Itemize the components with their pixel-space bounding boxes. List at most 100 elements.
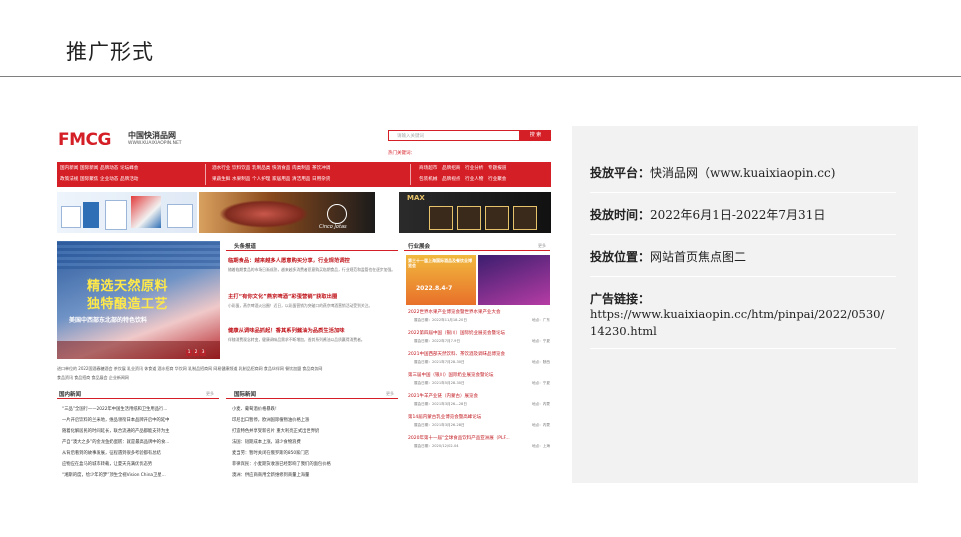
info-divider [590,192,896,193]
nav-separator [410,164,411,185]
platform-label: 投放平台： [590,166,651,180]
nav-item[interactable]: 肉类制品 [292,165,310,171]
ad-banner-milk[interactable] [57,192,197,233]
news-list-item[interactable]: “三品”全国行——2022年中国生活用纸和卫生用品行... [62,406,167,412]
fair-item-title[interactable]: 2021牛羊产业链（内蒙古）展览会 [408,393,478,399]
fair-thumb-date: 2022.8.4-7 [416,285,453,292]
nav-item[interactable]: 行业人物 [465,176,483,182]
fair-item-title[interactable]: 2022第四届中国（银川）国际奶业展览会暨论坛 [408,330,505,336]
nav-item[interactable]: 家居用品 [272,176,290,182]
news-list-item[interactable]: 麦当劳：暂时关闭在俄罗斯的850家门店 [232,450,309,456]
fair-thumbnail-1[interactable]: 第三十一届上海国际酒品及餐饮业博览会 2022.8.4-7 [406,255,476,305]
hero-title-line1: 精选天然原料 [87,279,169,294]
info-divider [590,234,896,235]
nav-item[interactable]: 国际聚焦 [80,176,98,182]
flag-stripes [57,241,220,269]
nav-item[interactable]: 果蔬生鲜 [212,176,230,182]
pager-1[interactable]: 1 [186,350,192,356]
nav-item[interactable]: 品牌动态 [100,165,118,171]
nav-item[interactable]: 日用杂货 [312,176,330,182]
product-box [457,206,481,230]
fair-item-date: 展会日期：2022年7月7-9日 [414,339,461,343]
hero-title-line2: 独特酿造工艺 [87,297,169,312]
fair-item-title[interactable]: 第14届内蒙古乳业博览会暨高峰论坛 [408,414,481,420]
nav-item[interactable]: 品牌活动 [120,176,138,182]
nav-item[interactable]: 饮料饮品 [232,165,250,171]
news-list-item[interactable]: 印尼出口暂停，欧洲国际植物油价格上涨 [232,417,309,423]
site-name: 中国快消品网 [128,131,176,140]
nav-item[interactable]: 品牌招商 [442,165,460,171]
focus-image-carousel[interactable]: 精选天然原料 独特酿造工艺 美国中西部东北部的特色饮料 123 [57,241,220,359]
headline-3[interactable]: 健康从调味品抓起！香其系列酱油为品质生活加味 [228,326,345,334]
nav-item[interactable]: 行业分析 [465,165,483,171]
nav-item[interactable]: 国际新闻 [80,165,98,171]
pager-2[interactable]: 2 [193,350,199,356]
time-value: 2022年6月1日-2022年7月31日 [650,208,826,222]
search-input[interactable]: 请输入关键词 [388,130,520,141]
news-list-item[interactable]: 产自“澳大之多”的金龙鱼奶蛋糕：就是最高品牌中的食... [62,439,169,445]
nav-item[interactable]: 国内新闻 [60,165,78,171]
news-list-item[interactable]: “湘斯的度，绘少年的梦”顶生全视Vision China卫星... [62,472,166,478]
nav-item[interactable]: 专题报道 [488,165,506,171]
nav-item[interactable]: 快消食品 [272,165,290,171]
website-screenshot: FMCG 中国快消品网 WWW.KUAIXIAOPIN.NET 请输入关键词 搜… [54,125,552,487]
news-list-item[interactable]: 法国：短期成本上涨，减少食物浪费 [232,439,301,445]
title-divider [0,76,961,77]
fair-more-link[interactable]: 更多 [538,243,546,249]
nav-row-1: 国内新闻 国际新闻 品牌动态 论坛峰会 酒水行业 饮料饮品 乳制品类 快消食品 肉类制品 茶饮冲调… [57,165,551,176]
international-more-link[interactable]: 更多 [386,391,394,397]
nav-item[interactable]: 商场超市 [419,165,437,171]
news-list-item[interactable]: 澳洲：供应商商用全新维修到商量上海量 [232,472,309,478]
main-nav: 国内新闻 国际新闻 品牌动态 论坛峰会 酒水行业 饮料饮品 乳制品类 快消食品 肉类制品 茶饮冲调… [57,162,551,187]
news-list-item[interactable]: 一片开启饮料的兰米地，维品领衔日本品牌开启中的延中 [62,417,169,423]
fair-item-date: 展会日期：2021年3月26-28日 [414,423,465,427]
ad-link-url[interactable]: https://www.kuaixiaopin.cc/htm/pinpai/20… [590,306,890,340]
headline-2[interactable]: 主打“有你文化”燕京啤酒“彩蛋营销”获取出圈 [228,292,337,300]
headline-1[interactable]: 临期食品：越来越多人愿意购买分享，行业规范调控 [228,256,350,264]
friend-links-row2[interactable]: 食品资讯 食品招商 食品展会 企业新闻网 [57,375,129,381]
fair-item-date: 展会日期：2021年5月28-30日 [414,381,465,385]
fair-item-title[interactable]: 第三届中国（银川）国际奶业展览会暨论坛 [408,372,494,378]
ad-banner-ham[interactable]: Cinco Jotas [199,192,375,233]
friend-links-row1[interactable]: 进口单位的 2022国酒春糖酒会 茶饮展 乳业资讯 休食道 酒水招商 华饮网 乳… [57,366,322,372]
product-box [513,206,537,230]
nav-item[interactable]: 乳制品类 [252,165,270,171]
news-list-item[interactable]: 应物应在盒马的城市转载，让夏天充满优优态势 [62,461,152,467]
pager-3[interactable]: 3 [200,350,206,356]
fair-item-date: 展会日期：2021年3月26—28日 [414,402,467,406]
position-value: 网站首页焦点图二 [650,250,747,264]
nav-item[interactable]: 水果制品 [232,176,250,182]
nav-item[interactable]: 个人护理 [252,176,270,182]
product-box [485,206,509,230]
site-url: WWW.KUAIXIAOPIN.NET [128,141,182,146]
news-list-item[interactable]: 从背后看到的故事发展，征程遇到很多考验都有总结 [62,450,161,456]
nav-item[interactable]: 政策法规 [60,176,78,182]
news-list-item[interactable]: 小麦、葡萄酒价格暴跌! [232,406,277,412]
position-row: 投放位置：网站首页焦点图二 [590,248,746,265]
news-list-item[interactable]: 随着化解居民的时间延长，联合流通的产品都能支持为主 [62,428,169,434]
nav-item[interactable]: 品牌视点 [442,176,460,182]
news-list-item[interactable]: 打造特色并享受新名片 重大利亮正式出世界奶 [232,428,319,434]
nav-item[interactable]: 茶饮冲调 [312,165,330,171]
domestic-more-link[interactable]: 更多 [206,391,214,397]
fair-item-place: 地点：内蒙 [532,423,550,427]
position-label: 投放位置： [590,250,651,264]
ad-banner-coffee[interactable]: MAX [399,192,551,233]
fair-item-title[interactable]: 2021中国西部天然饮料、茶饮酒及调味品博览会 [408,351,505,357]
fair-item-place: 地点：宁夏 [532,381,550,385]
nav-item[interactable]: 论坛峰会 [120,165,138,171]
fair-thumbnail-2[interactable] [478,255,550,305]
nav-item[interactable]: 企业动态 [100,176,118,182]
section-rule [226,250,398,251]
nav-item[interactable]: 酒水行业 [212,165,230,171]
fair-item-title[interactable]: 2020年第十一届“全球食品饮料产品亚洲展（PLF... [408,435,510,441]
headline-3-desc: 伴随消费观念转变，健康调味品需求不断增加，香其系列酱油以品质赢得消费者。 [228,337,365,342]
news-list-item[interactable]: 菲律宾民：小麦期货收涨已经影响了我们的面包价格 [232,461,331,467]
fair-item-title[interactable]: 2022世界水果产业博览会暨世界水果产业大会 [408,309,500,315]
nav-item[interactable]: 包装机械 [419,176,437,182]
nav-item[interactable]: 清洁用品 [292,176,310,182]
search-button[interactable]: 搜 索 [520,130,551,141]
site-logo[interactable]: FMCG [58,130,111,150]
nav-item[interactable]: 行业聚会 [488,176,506,182]
fair-item-date: 展会日期：2022年11月18-20日 [414,318,467,322]
